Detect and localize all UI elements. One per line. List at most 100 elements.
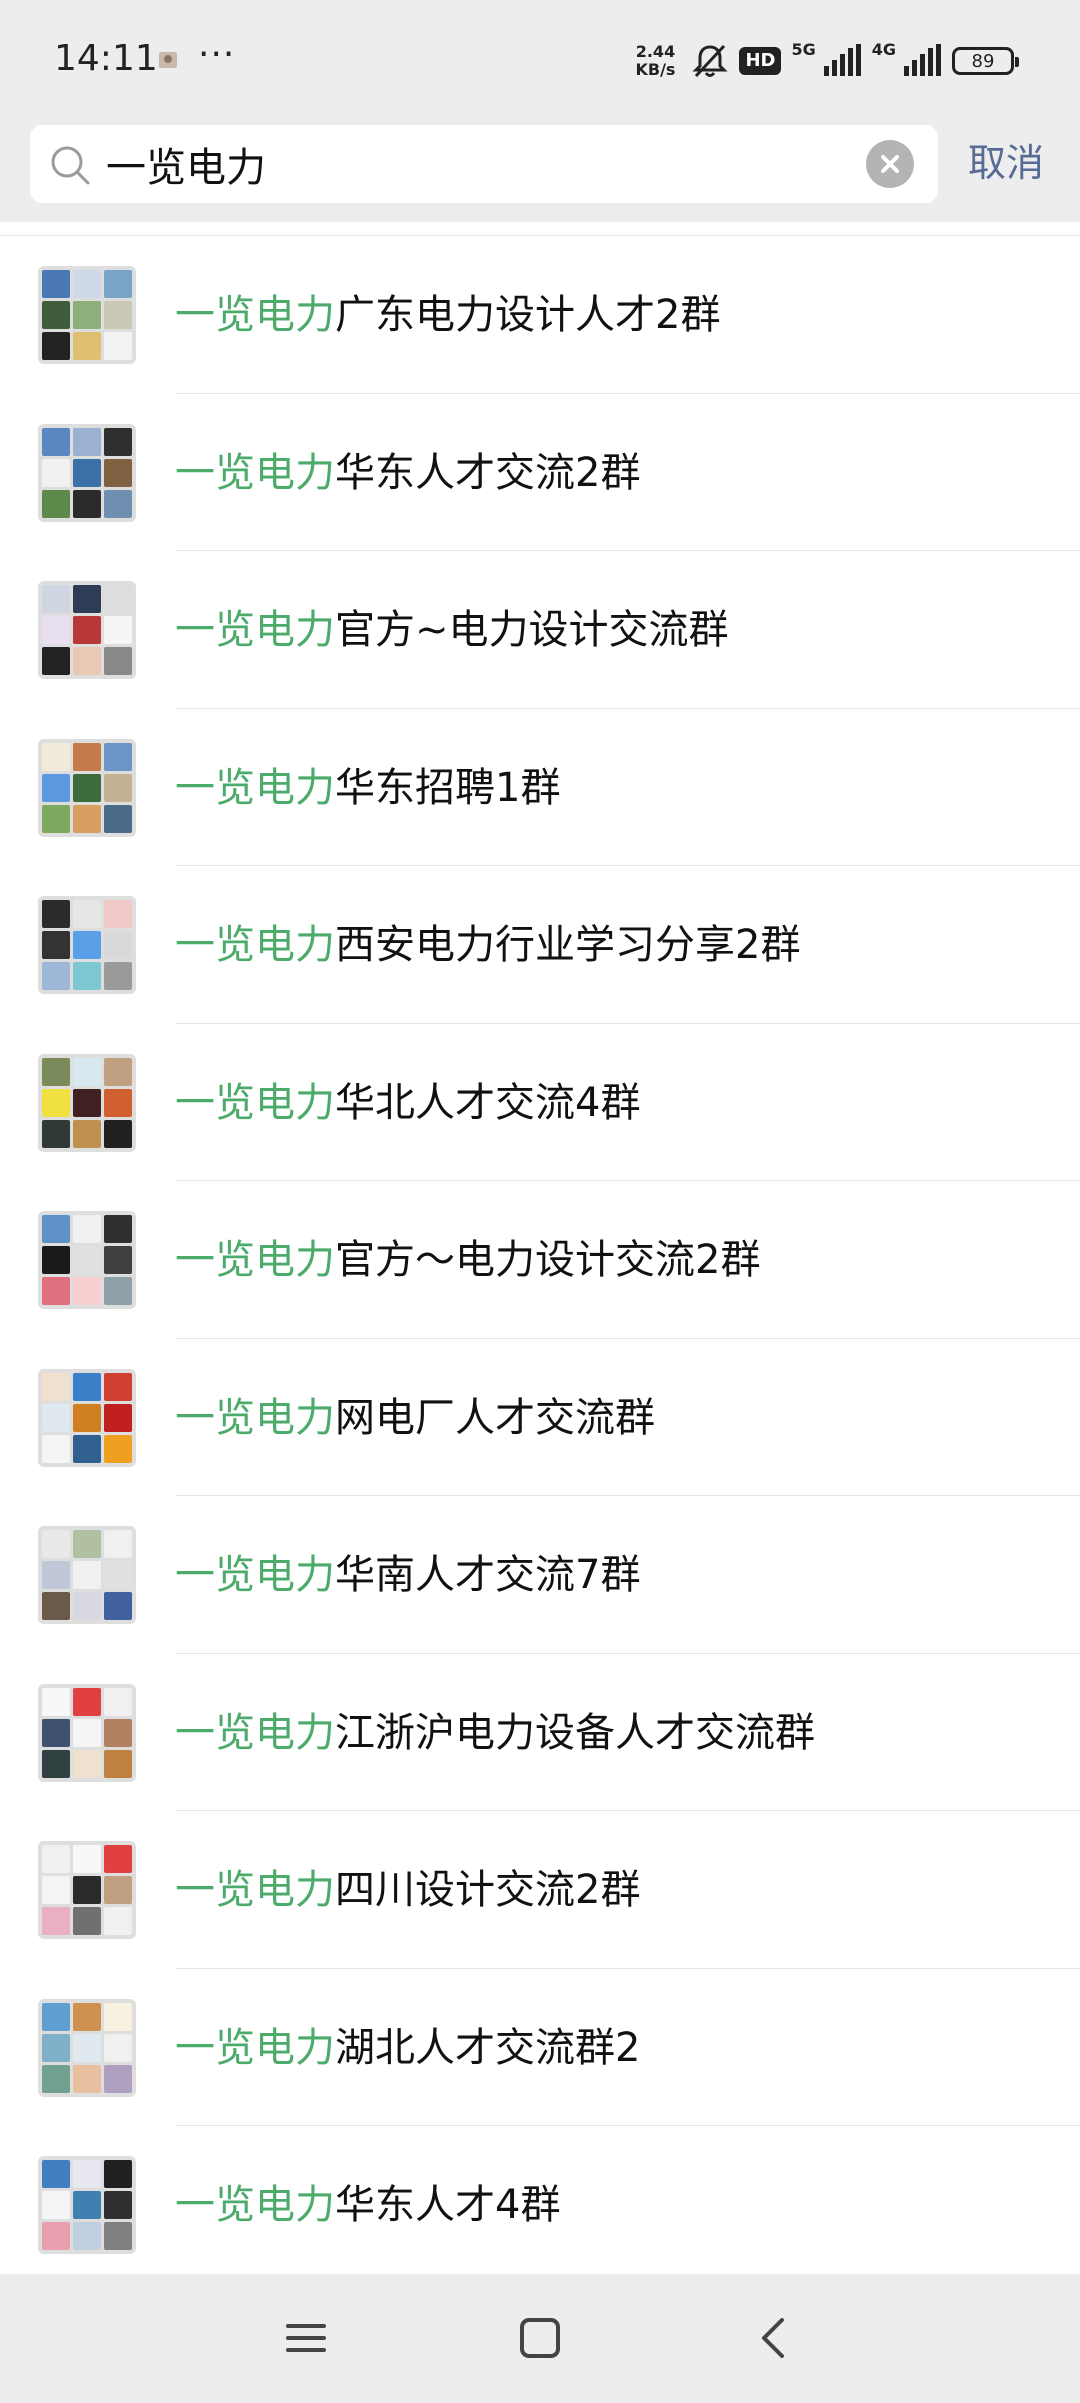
menu-icon[interactable] (278, 2310, 334, 2366)
group-avatar (38, 896, 136, 994)
result-item[interactable]: 一览电力官方~电力设计交流群 (0, 551, 1080, 709)
result-item[interactable]: 一览电力江浙沪电力设备人才交流群 (0, 1654, 1080, 1811)
clear-search-button[interactable] (866, 140, 914, 188)
avatar-tile (73, 1718, 101, 1747)
avatar-tile (73, 1687, 101, 1716)
avatar-tile (104, 2033, 132, 2062)
avatar-tile (73, 1246, 101, 1274)
result-title-highlight: 一览电力 (175, 292, 335, 338)
avatar-tile (73, 2033, 101, 2062)
result-title-highlight: 一览电力 (175, 1867, 335, 1913)
result-title-highlight: 一览电力 (175, 1237, 335, 1283)
search-icon (51, 146, 90, 185)
avatar-tile (104, 1088, 132, 1117)
result-title: 一览电力官方~电力设计交流群 (175, 603, 729, 657)
avatar-tile (104, 1277, 132, 1305)
avatar-tile (73, 1088, 101, 1117)
avatar-tile (73, 1749, 101, 1778)
avatar-tile (42, 900, 70, 928)
avatar-tile (104, 458, 132, 487)
avatar-tile (104, 1119, 132, 1148)
avatar-tile (73, 1845, 101, 1873)
result-item[interactable]: 一览电力华南人才交流7群 (0, 1496, 1080, 1654)
result-item[interactable]: 一览电力四川设计交流2群 (0, 1811, 1080, 1969)
result-title: 一览电力江浙沪电力设备人才交流群 (175, 1706, 815, 1760)
result-item[interactable]: 一览电力华东人才4群 (0, 2126, 1080, 2274)
signal-label-4g: 4G (871, 39, 896, 59)
avatar-tile (104, 2002, 132, 2031)
search-box[interactable] (30, 125, 938, 203)
result-title: 一览电力华东招聘1群 (175, 761, 560, 815)
avatar-tile (42, 1845, 70, 1873)
result-item[interactable]: 一览电力华东人才交流2群 (0, 394, 1080, 551)
avatar-tile (73, 1434, 101, 1463)
list-top-divider (0, 222, 1080, 236)
search-input[interactable] (106, 125, 866, 203)
avatar-tile (104, 1749, 132, 1778)
avatar-tile (42, 270, 70, 298)
avatar-tile (73, 742, 101, 771)
mute-bell-icon (692, 44, 729, 78)
result-item[interactable]: 一览电力华北人才交流4群 (0, 1024, 1080, 1181)
net-speed: 2.44 KB/s (635, 43, 675, 79)
result-item[interactable]: 一览电力西安电力行业学习分享2群 (0, 866, 1080, 1024)
result-item[interactable]: 一览电力湖北人才交流群2 (0, 1969, 1080, 2126)
result-item[interactable]: 一览电力官方～电力设计交流2群 (0, 1181, 1080, 1339)
avatar-tile (73, 301, 101, 329)
avatar-tile (73, 962, 101, 990)
cancel-button[interactable]: 取消 (968, 140, 1044, 186)
result-title-rest: 四川设计交流2群 (335, 1867, 641, 1913)
signal-bars-icon (823, 44, 861, 76)
result-title-rest: 官方～电力设计交流2群 (335, 1237, 761, 1283)
avatar-tile (104, 427, 132, 456)
avatar-tile (42, 458, 70, 487)
avatar-tile (73, 2191, 101, 2219)
avatar-tile (73, 1907, 101, 1935)
result-item[interactable]: 一览电力华东招聘1群 (0, 709, 1080, 866)
group-avatar (38, 581, 136, 679)
avatar-tile (42, 1876, 70, 1904)
battery-level: 89 (971, 50, 995, 72)
avatar-tile (104, 1215, 132, 1243)
result-item[interactable]: 一览电力广东电力设计人才2群 (0, 236, 1080, 394)
avatar-tile (42, 1592, 70, 1620)
avatar-tile (73, 2064, 101, 2093)
result-item[interactable]: 一览电力网电厂人才交流群 (0, 1339, 1080, 1496)
avatar-tile (42, 332, 70, 360)
avatar-tile (42, 647, 70, 675)
group-avatar (38, 1368, 136, 1467)
avatar-tile (104, 931, 132, 959)
avatar-tile (42, 931, 70, 959)
avatar-tile (42, 1088, 70, 1117)
result-title-rest: 网电厂人才交流群 (335, 1394, 655, 1441)
avatar-tile (104, 1561, 132, 1589)
back-icon[interactable] (746, 2310, 802, 2366)
notification-thumbnail-icon (159, 52, 177, 68)
search-row: 取消 (0, 120, 1080, 218)
group-avatar (38, 2156, 136, 2254)
avatar-tile (73, 804, 101, 833)
result-title-rest: 华北人才交流4群 (335, 1079, 641, 1126)
avatar-tile (104, 773, 132, 802)
avatar-tile (42, 1530, 70, 1558)
avatar-tile (104, 804, 132, 833)
avatar-tile (73, 647, 101, 675)
result-title-highlight: 一览电力 (175, 1552, 335, 1598)
avatar-tile (104, 270, 132, 298)
result-title-highlight: 一览电力 (175, 1079, 335, 1126)
avatar-tile (104, 332, 132, 360)
avatar-tile (42, 1246, 70, 1274)
avatar-tile (73, 900, 101, 928)
avatar-tile (73, 1592, 101, 1620)
avatar-tile (42, 804, 70, 833)
result-title-rest: 华东人才4群 (335, 2182, 561, 2228)
home-icon[interactable] (512, 2310, 568, 2366)
avatar-tile (73, 616, 101, 644)
avatar-tile (42, 1434, 70, 1463)
avatar-tile (42, 489, 70, 518)
avatar-tile (42, 2033, 70, 2062)
avatar-tile (73, 773, 101, 802)
avatar-tile (73, 332, 101, 360)
avatar-tile (42, 585, 70, 613)
avatar-tile (42, 742, 70, 771)
